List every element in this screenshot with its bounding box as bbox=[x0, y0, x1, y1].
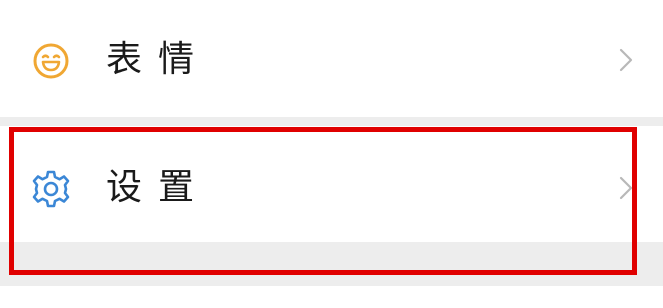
settings-screen: 表情 设置 bbox=[0, 0, 663, 308]
menu-item-emoji[interactable]: 表情 bbox=[0, 0, 663, 117]
menu-item-label: 设置 bbox=[106, 167, 211, 208]
smile-icon bbox=[30, 40, 72, 82]
menu-item-settings[interactable]: 设置 bbox=[0, 126, 663, 242]
chevron-right-icon bbox=[619, 48, 633, 72]
menu-item-label: 表情 bbox=[106, 39, 211, 80]
gear-icon bbox=[30, 168, 72, 210]
next-menu-item-partial bbox=[0, 286, 663, 308]
chevron-right-icon bbox=[619, 176, 633, 200]
